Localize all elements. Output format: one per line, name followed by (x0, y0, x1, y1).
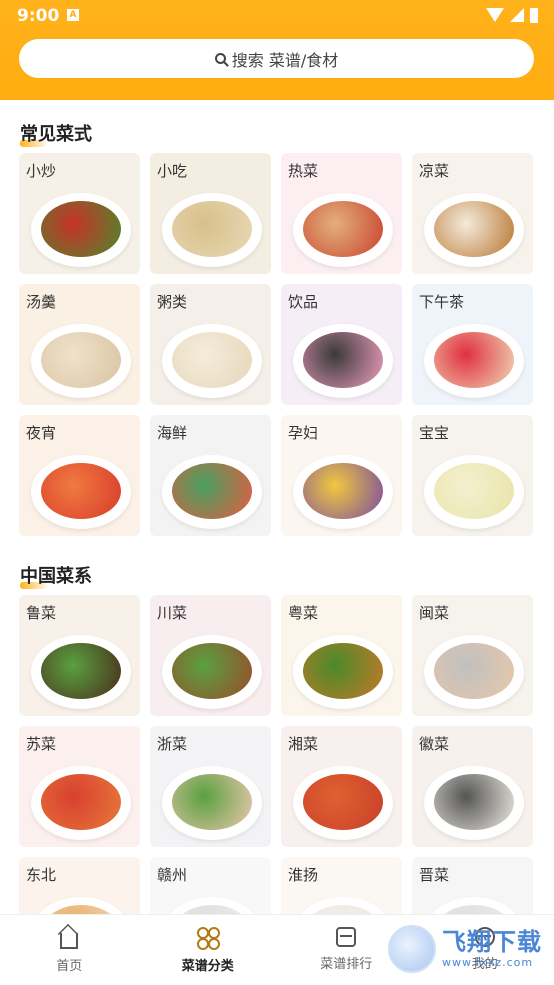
dish-label: 晋菜 (419, 864, 449, 885)
search-input[interactable]: 搜索 菜谱/食材 (19, 39, 534, 78)
section-title: 中国菜系 (20, 562, 92, 588)
category-icon (197, 927, 219, 949)
header: 9:00 A 搜索 菜谱/食材 (0, 0, 554, 100)
dish-card[interactable]: 粥类 (150, 284, 271, 405)
nav-category[interactable]: 菜谱分类 (139, 915, 278, 985)
dish-card[interactable]: 赣州 (150, 857, 271, 914)
dish-label: 下午茶 (419, 291, 464, 312)
search-icon (215, 53, 226, 64)
section-title-text: 中国菜系 (20, 566, 92, 587)
home-icon (60, 933, 78, 949)
dish-card[interactable]: 淮扬 (281, 857, 402, 914)
dish-label: 赣州 (157, 864, 187, 885)
nav-label: 首页 (56, 955, 82, 974)
dish-card[interactable]: 夜宵 (19, 415, 140, 536)
dish-label: 湘菜 (288, 733, 318, 754)
dish-label: 闽菜 (419, 602, 449, 623)
dish-card[interactable]: 湘菜 (281, 726, 402, 847)
dish-card[interactable]: 下午茶 (412, 284, 533, 405)
search-placeholder: 搜索 菜谱/食材 (232, 47, 338, 71)
wifi-icon (486, 8, 504, 22)
dish-card[interactable]: 东北 (19, 857, 140, 914)
dish-label: 东北 (26, 864, 56, 885)
section-title: 常见菜式 (20, 120, 92, 146)
watermark-url: www.fxxz.com (442, 957, 542, 968)
dish-card[interactable]: 孕妇 (281, 415, 402, 536)
dish-label: 粥类 (157, 291, 187, 312)
dish-card[interactable]: 鲁菜 (19, 595, 140, 716)
dish-label: 海鲜 (157, 422, 187, 443)
battery-icon (530, 8, 538, 23)
dish-card[interactable]: 浙菜 (150, 726, 271, 847)
dish-label: 川菜 (157, 602, 187, 623)
dish-label: 饮品 (288, 291, 318, 312)
dish-card[interactable]: 饮品 (281, 284, 402, 405)
dish-label: 小吃 (157, 160, 187, 181)
dish-card[interactable]: 苏菜 (19, 726, 140, 847)
dish-card[interactable]: 小吃 (150, 153, 271, 274)
category-content[interactable]: 常见菜式 小炒 小吃 热菜 凉菜汤羹 粥类 饮品 下午茶夜宵 海鲜 孕妇 宝宝 中国菜系 鲁菜 川菜… (0, 100, 554, 914)
nav-label: 菜谱分类 (182, 955, 234, 974)
dish-label: 鲁菜 (26, 602, 56, 623)
dish-label: 粤菜 (288, 602, 318, 623)
dish-label: 徽菜 (419, 733, 449, 754)
nav-home[interactable]: 首页 (0, 915, 139, 985)
dish-label: 热菜 (288, 160, 318, 181)
watermark-text: 飞翔下载 (442, 930, 542, 954)
watermark-logo-icon (388, 925, 436, 973)
dish-card[interactable]: 川菜 (150, 595, 271, 716)
nav-label: 菜谱排行 (320, 953, 372, 972)
dish-card[interactable]: 闽菜 (412, 595, 533, 716)
dish-label: 宝宝 (419, 422, 449, 443)
status-bar: 9:00 A (0, 0, 554, 32)
dish-card[interactable]: 热菜 (281, 153, 402, 274)
dish-label: 苏菜 (26, 733, 56, 754)
signal-icon (510, 8, 524, 22)
dish-grid: 小炒 小吃 热菜 凉菜汤羹 粥类 饮品 下午茶夜宵 海鲜 孕妇 宝宝 (19, 153, 533, 536)
watermark: 飞翔下载 www.fxxz.com (388, 920, 548, 978)
status-time: 9:00 (17, 6, 59, 26)
status-icons (486, 6, 538, 24)
dish-label: 淮扬 (288, 864, 318, 885)
dish-card[interactable]: 凉菜 (412, 153, 533, 274)
section-title-text: 常见菜式 (20, 124, 92, 145)
dish-label: 夜宵 (26, 422, 56, 443)
notification-icon: A (67, 9, 79, 21)
dish-card[interactable]: 徽菜 (412, 726, 533, 847)
dish-card[interactable]: 粤菜 (281, 595, 402, 716)
dish-label: 汤羹 (26, 291, 56, 312)
dish-card[interactable]: 海鲜 (150, 415, 271, 536)
dish-label: 小炒 (26, 160, 56, 181)
cuisine-grid: 鲁菜 川菜 粤菜 闽菜苏菜 浙菜 湘菜 徽菜东北 赣州 淮扬 晋菜 (19, 595, 533, 914)
dish-card[interactable]: 小炒 (19, 153, 140, 274)
dish-label: 凉菜 (419, 160, 449, 181)
dish-card[interactable]: 宝宝 (412, 415, 533, 536)
dish-card[interactable]: 汤羹 (19, 284, 140, 405)
rank-icon (336, 927, 356, 947)
dish-card[interactable]: 晋菜 (412, 857, 533, 914)
dish-label: 浙菜 (157, 733, 187, 754)
dish-label: 孕妇 (288, 422, 318, 443)
